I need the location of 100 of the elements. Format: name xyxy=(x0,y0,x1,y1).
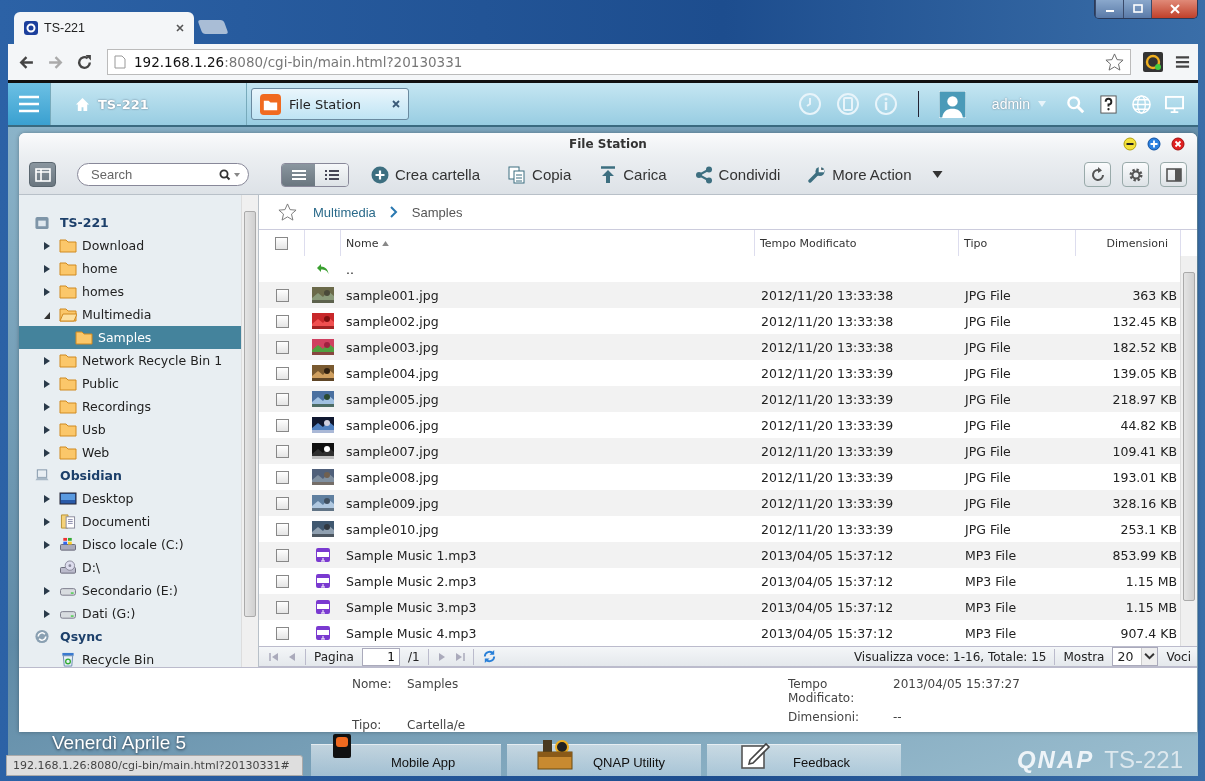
list-view-button[interactable] xyxy=(315,163,348,186)
expand-arrow-icon[interactable] xyxy=(43,378,51,389)
breadcrumb-link[interactable]: Samples xyxy=(411,204,463,220)
expand-arrow-icon[interactable] xyxy=(43,424,51,435)
expand-arrow-icon[interactable] xyxy=(43,608,51,619)
favorite-star-icon[interactable] xyxy=(278,202,297,222)
tree-item[interactable]: Obsidian xyxy=(19,464,241,487)
expand-arrow-icon[interactable] xyxy=(43,516,51,527)
tree-item[interactable]: home xyxy=(19,257,241,280)
file-name[interactable]: sample003.jpg xyxy=(341,339,755,355)
expand-arrow-icon[interactable] xyxy=(43,240,51,251)
toolbar-action[interactable]: Carica xyxy=(593,160,673,189)
file-name[interactable]: sample001.jpg xyxy=(341,287,755,303)
scrollbar[interactable] xyxy=(241,195,258,667)
tree-item[interactable]: Recycle Bin xyxy=(19,648,241,667)
minimize-button[interactable] xyxy=(1095,0,1123,18)
page-number-field[interactable]: 1 xyxy=(361,647,400,666)
tree-item[interactable]: Multimedia xyxy=(19,303,241,326)
tree-item[interactable]: Download xyxy=(19,234,241,257)
row-checkbox[interactable] xyxy=(275,548,289,562)
sidebar-toggle-button[interactable] xyxy=(29,162,56,187)
file-name[interactable]: sample004.jpg xyxy=(341,365,755,381)
tree-item[interactable]: Usb xyxy=(19,418,241,441)
expand-arrow-icon[interactable] xyxy=(43,401,51,412)
close-button[interactable] xyxy=(1171,137,1185,151)
select-all-checkbox[interactable] xyxy=(275,236,288,250)
tree-item[interactable]: Documenti xyxy=(19,510,241,533)
close-icon[interactable] xyxy=(392,100,400,108)
close-button[interactable] xyxy=(1151,0,1197,18)
row-checkbox[interactable] xyxy=(275,444,289,458)
file-name[interactable]: sample007.jpg xyxy=(341,443,755,459)
user-avatar-icon[interactable] xyxy=(938,90,966,118)
reload-icon[interactable] xyxy=(76,53,93,71)
expand-arrow-icon[interactable] xyxy=(43,286,51,297)
file-name[interactable]: sample010.jpg xyxy=(341,521,755,537)
menu-icon[interactable] xyxy=(1175,55,1190,69)
close-icon[interactable] xyxy=(176,24,184,32)
page-size-dropdown[interactable]: 20 xyxy=(1112,647,1159,666)
row-checkbox[interactable] xyxy=(275,574,289,588)
tree-item[interactable]: Secondario (E:) xyxy=(19,579,241,602)
file-name[interactable]: Sample Music 2.mp3 xyxy=(341,573,755,589)
toolbar-action[interactable]: More Action xyxy=(802,160,949,189)
tree-item[interactable]: Network Recycle Bin 1 xyxy=(19,349,241,372)
file-name[interactable]: sample009.jpg xyxy=(341,495,755,511)
toolbar-action[interactable]: Crea cartella xyxy=(365,160,487,189)
expand-arrow-icon[interactable] xyxy=(43,585,51,596)
extension-icon[interactable] xyxy=(1143,52,1163,72)
expand-arrow-icon[interactable] xyxy=(43,493,51,504)
row-checkbox[interactable] xyxy=(275,522,289,536)
settings-button[interactable] xyxy=(1122,162,1149,187)
search-field[interactable]: Search xyxy=(77,163,249,186)
help-icon[interactable] xyxy=(1099,94,1118,114)
column-header[interactable]: Dimensioni xyxy=(1076,230,1181,256)
tree-item[interactable]: Qsync xyxy=(19,625,241,648)
main-menu-button[interactable] xyxy=(8,83,51,125)
parent-folder-link[interactable]: .. xyxy=(341,261,755,277)
toolbar-action[interactable]: Copia xyxy=(502,160,578,189)
dock-shortcut[interactable]: Mobile App xyxy=(311,732,501,776)
refresh-icon[interactable] xyxy=(481,649,497,664)
file-name[interactable]: Sample Music 4.mp3 xyxy=(341,625,755,641)
row-checkbox[interactable] xyxy=(275,470,289,484)
details-view-button[interactable] xyxy=(282,163,315,186)
file-name[interactable]: sample008.jpg xyxy=(341,469,755,485)
minimize-button[interactable] xyxy=(1123,137,1137,151)
row-checkbox[interactable] xyxy=(275,496,289,510)
maximize-button[interactable] xyxy=(1147,137,1161,151)
back-arrow-icon[interactable] xyxy=(316,263,330,275)
expand-arrow-icon[interactable] xyxy=(43,447,51,458)
tree-item[interactable]: Samples xyxy=(19,326,241,349)
tree-item[interactable]: Public xyxy=(19,372,241,395)
toolbar-action[interactable]: Condividi xyxy=(688,160,787,189)
row-checkbox[interactable] xyxy=(275,366,289,380)
address-field[interactable]: 192.168.1.26:8080/cgi-bin/main.html?20130331 xyxy=(107,49,1131,75)
row-checkbox[interactable] xyxy=(275,626,289,640)
column-header[interactable]: Tempo Modificato xyxy=(755,230,959,256)
tree-item[interactable]: Dati (G:) xyxy=(19,602,241,625)
browser-tab[interactable]: TS-221 xyxy=(14,12,194,44)
app-tab[interactable]: File Station xyxy=(251,88,409,120)
file-name[interactable]: sample002.jpg xyxy=(341,313,755,329)
scrollbar[interactable] xyxy=(1180,256,1197,646)
file-name[interactable]: sample006.jpg xyxy=(341,417,755,433)
row-checkbox[interactable] xyxy=(275,288,289,302)
search-icon[interactable] xyxy=(219,168,241,181)
tree-item[interactable]: Desktop xyxy=(19,487,241,510)
tree-item[interactable]: TS-221 xyxy=(19,211,241,234)
file-name[interactable]: Sample Music 3.mp3 xyxy=(341,599,755,615)
tree-item[interactable]: D:\ xyxy=(19,556,241,579)
column-header[interactable]: Nome xyxy=(341,230,755,256)
tree-item[interactable]: Web xyxy=(19,441,241,464)
tree-item[interactable]: Disco locale (C:) xyxy=(19,533,241,556)
expand-arrow-icon[interactable] xyxy=(43,263,51,274)
tree-item[interactable]: Recordings xyxy=(19,395,241,418)
maximize-button[interactable] xyxy=(1123,0,1151,18)
tree-item[interactable]: homes xyxy=(19,280,241,303)
panel-toggle-button[interactable] xyxy=(1160,162,1187,187)
file-name[interactable]: sample005.jpg xyxy=(341,391,755,407)
expand-arrow-icon[interactable] xyxy=(43,539,51,550)
breadcrumb-link[interactable]: Multimedia xyxy=(313,204,376,220)
row-checkbox[interactable] xyxy=(275,340,289,354)
row-checkbox[interactable] xyxy=(275,314,289,328)
